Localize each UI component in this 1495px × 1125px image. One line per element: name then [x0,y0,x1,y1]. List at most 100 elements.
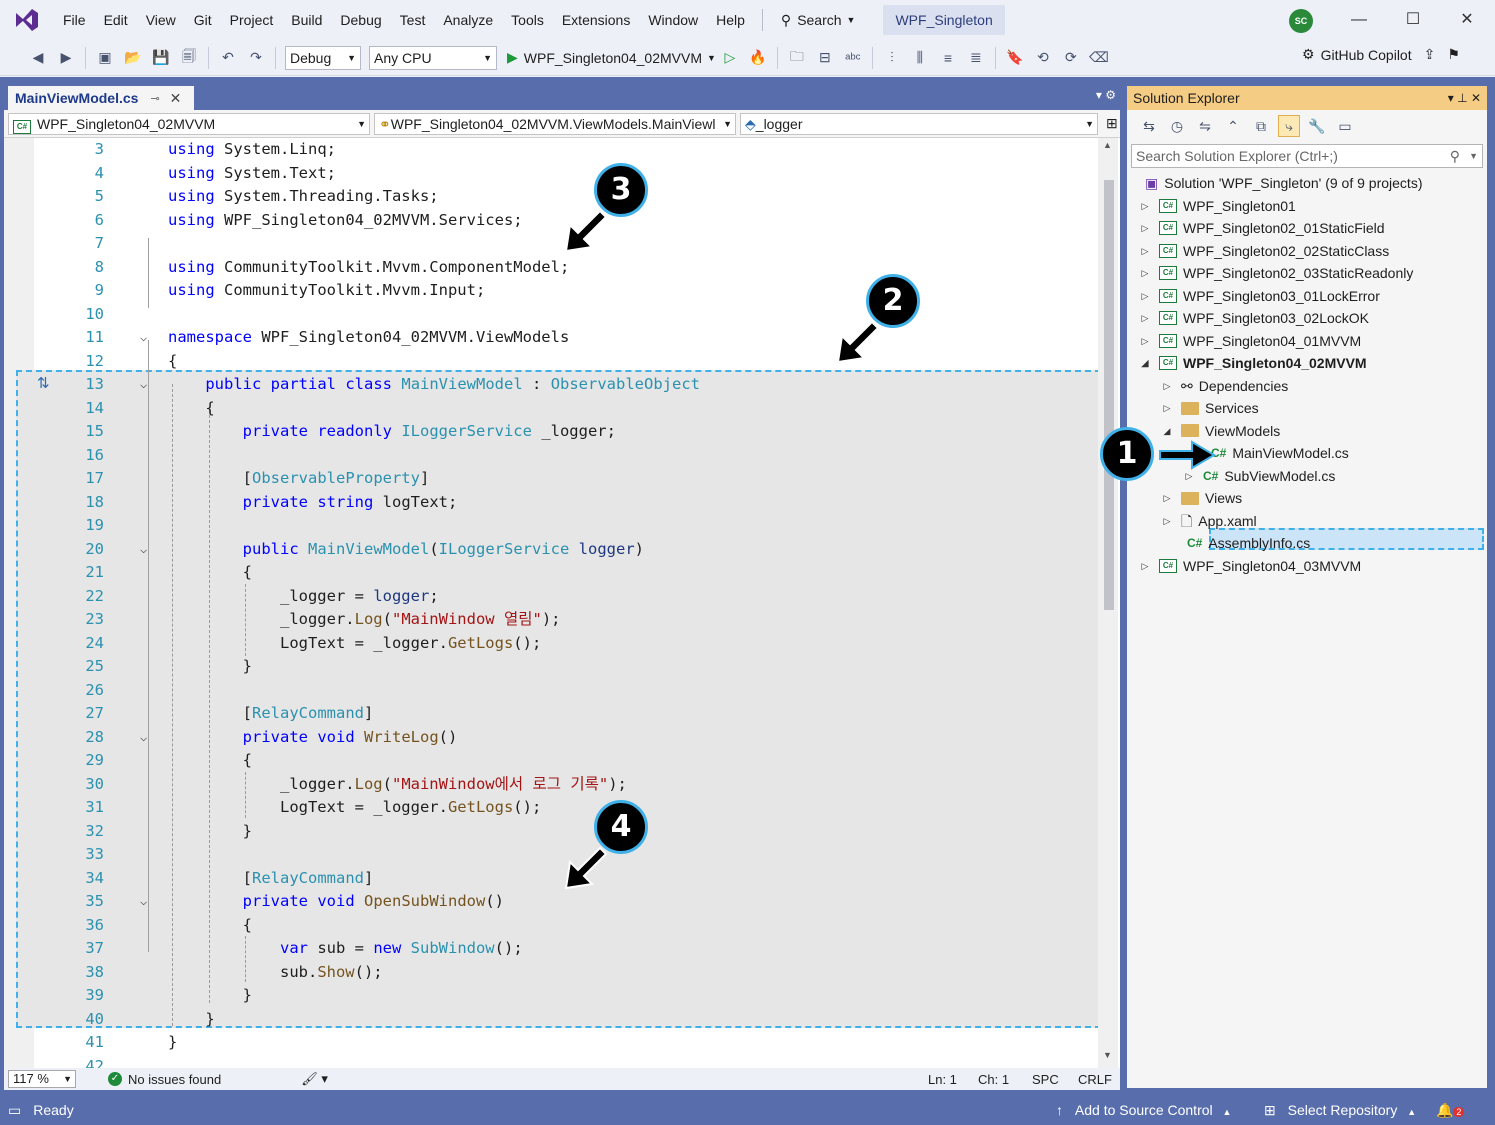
close-window-button[interactable]: ✕ [1440,0,1494,40]
project-node-active[interactable]: ◢ C# WPF_Singleton04_02MVVM [1139,352,1367,375]
line-ending-indicator[interactable]: CRLF [1078,1072,1112,1087]
start-debugging-button[interactable]: ▶ WPF_Singleton04_02MVVM ▼ [507,49,716,66]
expand-icon[interactable]: ▷ [1161,375,1173,398]
menu-help[interactable]: Help [707,0,754,40]
output-icon[interactable]: ▭ [8,1102,21,1119]
tree-item-mainviewmodel[interactable]: C# MainViewModel.cs [1211,442,1349,465]
project-node[interactable]: ▷ C# WPF_Singleton02_01StaticField [1139,217,1385,240]
redo-icon[interactable]: ↷ [245,47,267,69]
project-node[interactable]: ▷ C# WPF_Singleton03_01LockError [1139,285,1380,308]
chevron-down-icon[interactable]: ▼ [1469,145,1478,167]
save-icon[interactable]: 💾 [150,47,172,69]
select-repository-button[interactable]: ⊞ Select Repository ▲ [1264,1102,1416,1119]
fold-chevron-icon[interactable]: ⌵ [140,326,147,350]
zoom-select[interactable]: 117 % ▼ [8,1070,76,1088]
project-node[interactable]: ▷ C# WPF_Singleton03_02LockOK [1139,307,1369,330]
project-node[interactable]: ▷ C# WPF_Singleton04_03MVVM [1139,555,1362,578]
fold-chevron-icon[interactable]: ⌵ [140,538,147,562]
feedback-icon[interactable]: ⚑ [1447,46,1460,63]
expand-icon[interactable]: ▷ [1139,555,1151,578]
solution-search-input[interactable]: Search Solution Explorer (Ctrl+;) ⚲ ▼ [1131,144,1483,168]
tree-item-assemblyinfo[interactable]: C# AssemblyInfo.cs [1187,532,1310,555]
whitespace-indicator[interactable]: SPC [1032,1072,1059,1087]
hot-reload-icon[interactable]: 🔥 [747,47,769,69]
fold-chevron-icon[interactable]: ⌵ [140,373,147,397]
configuration-select[interactable]: Debug ▼ [285,45,361,70]
scroll-down-icon[interactable]: ▼ [1103,1050,1112,1060]
class-nav-dropdown[interactable]: ⚭WPF_Singleton04_02MVVM.ViewModels.MainV… [374,112,736,135]
collapse-icon[interactable]: ◢ [1139,352,1151,375]
expand-icon[interactable]: ▷ [1161,510,1173,533]
menu-project[interactable]: Project [221,0,283,40]
avatar[interactable]: SC [1289,9,1313,33]
expand-icon[interactable]: ▷ [1139,262,1151,285]
preview-icon[interactable]: ▭ [1334,115,1356,137]
project-nav-dropdown[interactable]: C# WPF_Singleton04_02MVVM ▼ [8,112,370,135]
show-all-files-icon[interactable]: ⧉ [1250,115,1272,137]
tree-item-app-xaml[interactable]: ▷ 🗋 App.xaml [1161,510,1257,533]
uncomment-icon[interactable]: ⫼ [909,47,931,69]
menu-build[interactable]: Build [282,0,331,40]
platform-select[interactable]: Any CPU ▼ [369,45,497,70]
share-icon[interactable]: ⇪ [1424,46,1436,63]
menu-edit[interactable]: Edit [95,0,137,40]
menu-debug[interactable]: Debug [331,0,390,40]
bookmark-icon[interactable]: 🔖 [1004,47,1026,69]
menu-window[interactable]: Window [639,0,707,40]
menu-view[interactable]: View [137,0,185,40]
issues-indicator[interactable]: ✓ No issues found [108,1072,221,1087]
expand-icon[interactable]: ▷ [1139,307,1151,330]
tree-item-views[interactable]: ▷ Views [1161,487,1243,510]
prev-bookmark-icon[interactable]: ⟲ [1032,47,1054,69]
comment-icon[interactable]: ⫶ [881,47,903,69]
navigate-forward-icon[interactable]: ▶ [55,47,77,69]
menu-extensions[interactable]: Extensions [553,0,639,40]
menu-git[interactable]: Git [185,0,221,40]
member-nav-dropdown[interactable]: ⬘_logger ▼ [740,112,1098,135]
pane-buttons[interactable]: ▾ ⊥ ✕ [1448,91,1481,105]
outdent-icon[interactable]: ≣ [965,47,987,69]
expand-icon[interactable]: ▷ [1161,487,1173,510]
code-editor[interactable]: ⇅ 3 using System.Linq; 4 using System.Text… [4,138,1120,1068]
next-bookmark-icon[interactable]: ⟳ [1060,47,1082,69]
switch-views-icon[interactable]: ⇆ [1138,115,1160,137]
search-button[interactable]: ⚲ Search ▼ [771,0,866,40]
tree-item-services[interactable]: ▷ Services [1161,397,1259,420]
expand-icon[interactable]: ▷ [1139,285,1151,308]
code-cleanup-icon[interactable]: 🖌 ▾ [301,1071,328,1087]
expand-icon[interactable]: ▷ [1139,330,1151,353]
split-editor-icon[interactable]: ⊞ [1106,115,1118,132]
new-project-icon[interactable]: ▣ [94,47,116,69]
expand-icon[interactable]: ▷ [1139,217,1151,240]
folder-icon[interactable]: 🗀 [786,47,808,69]
undo-icon[interactable]: ↶ [217,47,239,69]
project-node[interactable]: ▷ C# WPF_Singleton02_03StaticReadonly [1139,262,1414,285]
project-node[interactable]: ▷ C# WPF_Singleton04_01MVVM [1139,330,1362,353]
collapse-icon[interactable]: ◢ [1161,420,1173,443]
menu-file[interactable]: File [54,0,95,40]
menu-tools[interactable]: Tools [502,0,553,40]
solution-name-badge[interactable]: WPF_Singleton [883,5,1005,35]
notifications-button[interactable]: 🔔 2 [1436,1102,1465,1119]
sync-icon[interactable]: ⇋ [1194,115,1216,137]
project-node[interactable]: ▷ C# WPF_Singleton01 [1139,195,1296,218]
spell-check-icon[interactable]: ᵃᵇᶜ [842,47,864,69]
pin-icon[interactable]: ⊸ [150,92,159,105]
github-copilot-button[interactable]: ⚙ GitHub Copilot ⇪ ⚑ [1302,46,1460,63]
scrollbar-thumb[interactable] [1104,180,1114,610]
close-icon[interactable]: ✕ [170,90,182,107]
add-source-control-button[interactable]: ↑ Add to Source Control ▲ [1056,1102,1231,1118]
column-indicator[interactable]: Ch: 1 [978,1072,1009,1087]
start-without-debugging-icon[interactable]: ▷ [719,47,741,69]
scroll-up-icon[interactable]: ▲ [1103,140,1112,150]
tab-overflow-icon[interactable]: ▾ ⚙ [1096,88,1116,102]
collapse-all-icon[interactable]: ⌃ [1222,115,1244,137]
tree-item-viewmodels[interactable]: ◢ ViewModels [1161,420,1281,443]
pending-changes-icon[interactable]: ◷ [1166,115,1188,137]
open-folder-icon[interactable]: 📂 [122,47,144,69]
solution-node[interactable]: ▣ Solution 'WPF_Singleton' (9 of 9 proje… [1145,172,1422,195]
project-node[interactable]: ▷ C# WPF_Singleton02_02StaticClass [1139,240,1390,263]
track-active-item-icon[interactable]: ⤷ [1278,115,1300,137]
maximize-button[interactable]: ☐ [1386,0,1440,40]
tab-mainviewmodel[interactable]: MainViewModel.cs ⊸ ✕ [8,84,194,110]
